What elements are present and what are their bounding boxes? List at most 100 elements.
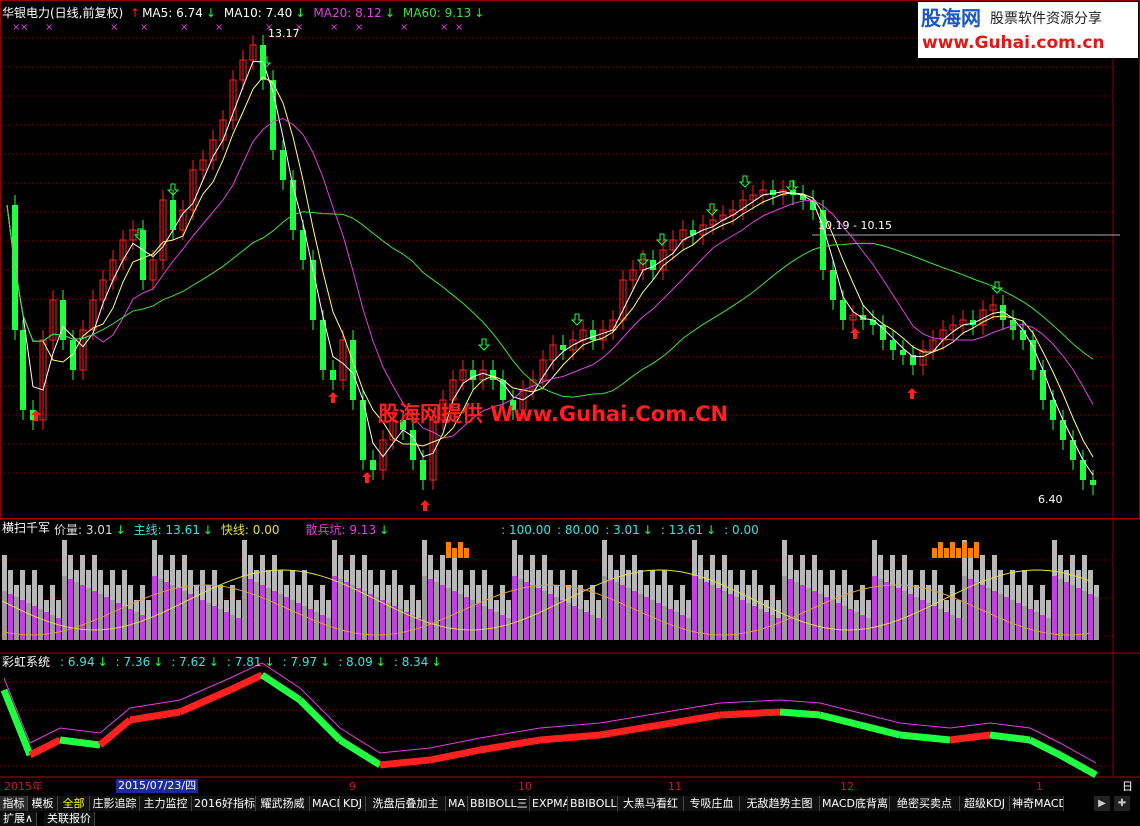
tab-13[interactable]: EXPMA (530, 796, 568, 811)
rainbow-segment (659, 711, 721, 729)
indicator1-bar (650, 600, 655, 640)
tab-14[interactable]: BBIBOLL (568, 796, 618, 811)
tab-9[interactable]: KDJ (340, 796, 366, 811)
tab-15[interactable]: 大黑马看红 (618, 796, 684, 811)
indicator1-bar (728, 570, 733, 594)
tab-3[interactable]: 全部 (58, 796, 90, 811)
tab-scroll-right-button[interactable]: ▶ (1094, 796, 1110, 811)
indicator1-bar (962, 576, 967, 640)
x-marker: × (455, 22, 463, 33)
indicator1-bar (980, 585, 985, 640)
buy-arrow (907, 388, 917, 399)
period-button[interactable]: 日 (1122, 780, 1133, 794)
tab-18[interactable]: MACD底背离 (820, 796, 890, 811)
indicator2-value: : 6.94 (60, 655, 95, 669)
rainbow-segment (297, 697, 343, 743)
indicator1-bar (2, 555, 7, 591)
tab-8[interactable]: MACD (310, 796, 340, 811)
range-label: 10.19 - 10.15 (818, 219, 892, 232)
indicator1-bar (668, 585, 673, 609)
indicator1-value: 价量: 3.01 (54, 523, 113, 537)
low-price-label: 6.40 (1038, 493, 1063, 506)
indicator1-bar (914, 597, 919, 640)
tab-scroll-end-button[interactable]: ✚ (1114, 796, 1130, 811)
indicator1-bar (590, 615, 595, 640)
indicator1-value: : 0.00 (724, 523, 759, 537)
related-quote-button[interactable]: 关联报价 (44, 812, 95, 826)
kline-chart[interactable]: × × × × × × × × × × × × × × (0, 0, 1140, 796)
indicator1-bar (746, 585, 751, 603)
indicator1-bar (176, 588, 181, 640)
indicator1-bar (584, 612, 589, 640)
indicator1-bar (224, 600, 229, 612)
indicator1-bar (1070, 585, 1075, 640)
indicator1-bar (596, 618, 601, 640)
down-arrow-icon: ↓ (295, 6, 306, 20)
rainbow-segment (379, 756, 431, 769)
tab-5[interactable]: 主力监控 (140, 796, 192, 811)
indicator1-bar (956, 618, 961, 640)
rainbow-segment (989, 731, 1031, 744)
indicator1-bar (8, 570, 13, 594)
indicator1-bar (356, 588, 361, 640)
indicator1-bar (188, 570, 193, 594)
tab-1[interactable]: 指标 (0, 796, 28, 811)
indicator1-bar (326, 600, 331, 618)
indicator1-bar (32, 570, 37, 606)
buy-arrow (850, 328, 860, 339)
up-arrow-icon: ↑ (130, 6, 141, 20)
axis-label-year: 2015年 (4, 780, 43, 793)
indicator1-peak (446, 542, 451, 558)
indicator1-bar (1094, 585, 1099, 597)
indicator1-bar (248, 555, 253, 579)
indicator1-bar (338, 579, 343, 640)
tab-6[interactable]: 2016好指标 (192, 796, 256, 811)
axis-label-jan: 1 (1036, 780, 1043, 793)
indicator1-bar (278, 570, 283, 594)
indicator1-bar (968, 579, 973, 640)
down-arrow-icon: ↓ (431, 655, 442, 669)
candle-down (830, 270, 836, 300)
rainbow-segment (97, 717, 133, 748)
tab-20[interactable]: 超级KDJ (960, 796, 1010, 811)
rainbow-segment (599, 721, 661, 739)
tab-7[interactable]: 耀武扬威 (256, 796, 310, 811)
indicator1-bar (776, 600, 781, 618)
indicator1-bar (578, 609, 583, 640)
expand-button[interactable]: 扩展∧ (0, 812, 38, 826)
rainbow-segment (260, 672, 302, 703)
indicator1-bar (626, 588, 631, 640)
tab-11[interactable]: MA (446, 796, 468, 811)
indicator1-bar (266, 588, 271, 640)
indicator1-bar (824, 585, 829, 597)
tab-12[interactable]: BBIBOLL三 (468, 796, 530, 811)
indicator1-bar (416, 600, 421, 618)
candle-down (420, 460, 426, 480)
indicator1-bar (308, 585, 313, 609)
candle-down (1050, 400, 1056, 420)
indicator1-bar (398, 609, 403, 640)
indicator1-bar (110, 600, 115, 640)
rainbow-segment (539, 731, 601, 744)
indicator1-bar (968, 555, 973, 579)
indicator1-bar (506, 600, 511, 618)
tab-4[interactable]: 庄影追踪 (90, 796, 140, 811)
rainbow-segment (1028, 736, 1062, 759)
tab-19[interactable]: 绝密买卖点 (890, 796, 960, 811)
tab-16[interactable]: 专吸庄血 (684, 796, 740, 811)
indicator1-bar (296, 603, 301, 640)
indicator1-bar (716, 570, 721, 588)
indicator1-bar (932, 606, 937, 640)
indicator1-bar (554, 585, 559, 597)
down-arrow-icon: ↓ (202, 523, 213, 537)
tab-17[interactable]: 无敌趋势主图 (740, 796, 820, 811)
indicator1-bar (212, 606, 217, 640)
indicator1-bar (512, 540, 517, 576)
indicator1-bar (1034, 600, 1039, 612)
rainbow-segment (0, 688, 34, 757)
tab-10[interactable]: 洗盘后叠加主 (366, 796, 446, 811)
tab-2[interactable]: 模板 (28, 796, 58, 811)
indicator1-bar (458, 594, 463, 640)
tab-21[interactable]: 神奇MACD (1010, 796, 1064, 811)
indicator1-bar (476, 585, 481, 603)
